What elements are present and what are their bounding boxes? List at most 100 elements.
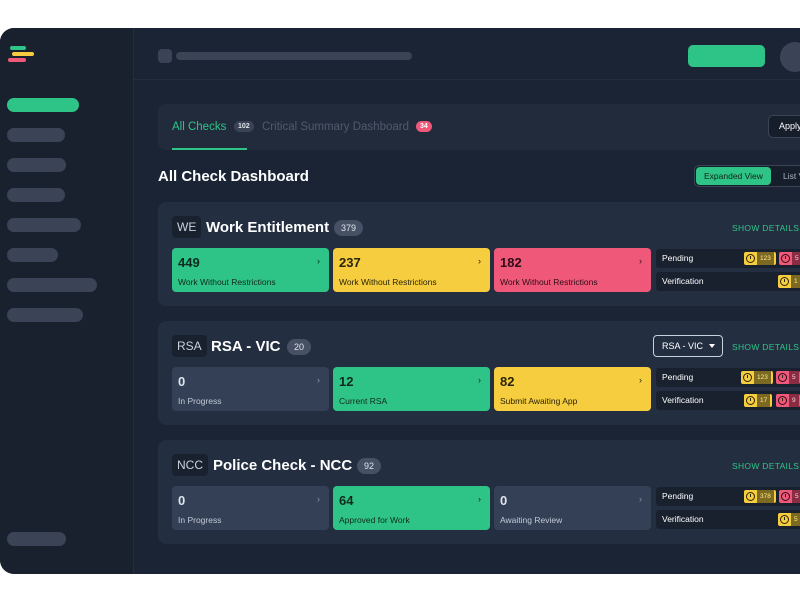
- show-details-link[interactable]: SHOW DETAILS: [732, 461, 799, 471]
- pending-warning-chip[interactable]: 123: [741, 371, 773, 384]
- stat-value: 449: [178, 255, 200, 270]
- app-window: All Checks 102 Critical Summary Dashboar…: [0, 28, 800, 574]
- apply-filters-button[interactable]: Apply Filters: [768, 115, 800, 138]
- sidebar-item[interactable]: [7, 188, 65, 202]
- stat-tile[interactable]: 182 › Work Without Restrictions: [494, 248, 651, 292]
- sidebar-item-active[interactable]: [7, 98, 79, 112]
- stat-tile[interactable]: 0 › In Progress: [172, 367, 329, 411]
- clock-icon: [781, 492, 790, 501]
- verification-row[interactable]: Verification 5: [656, 510, 800, 529]
- clock-icon: [778, 396, 787, 405]
- sidebar-item[interactable]: [7, 218, 81, 232]
- avatar[interactable]: [780, 42, 800, 72]
- main-area: All Checks 102 Critical Summary Dashboar…: [134, 28, 800, 574]
- tab-critical-badge: 34: [416, 121, 432, 132]
- list-view-button[interactable]: List View: [775, 167, 800, 185]
- stat-value: 237: [339, 255, 361, 270]
- chip-count: 1: [791, 275, 800, 288]
- verification-label: Verification: [662, 395, 704, 405]
- sidebar-item[interactable]: [7, 128, 65, 142]
- stat-label: In Progress: [178, 515, 222, 525]
- stat-value: 182: [500, 255, 522, 270]
- card-count-badge: 379: [334, 220, 364, 236]
- stat-value: 82: [500, 374, 515, 389]
- verification-warning-chip[interactable]: 1: [778, 275, 800, 288]
- card-code: RSA: [172, 335, 207, 357]
- stat-value: 0: [178, 493, 186, 508]
- chevron-right-icon: ›: [317, 375, 320, 385]
- stat-label: Work Without Restrictions: [178, 277, 276, 287]
- pending-label: Pending: [662, 372, 694, 382]
- tab-all-checks-badge: 102: [234, 121, 254, 132]
- stat-tile[interactable]: 64 › Approved for Work: [333, 486, 490, 530]
- pending-alert-chip[interactable]: 5: [779, 252, 800, 265]
- stat-label: In Progress: [178, 396, 222, 406]
- pending-alert-chip[interactable]: 5: [776, 371, 800, 384]
- pending-row[interactable]: Pending 123 5: [656, 249, 800, 268]
- show-details-link[interactable]: SHOW DETAILS: [732, 342, 799, 352]
- clock-icon: [746, 254, 755, 263]
- verification-alert-chip[interactable]: 9: [776, 394, 800, 407]
- stat-tile[interactable]: 449 › Work Without Restrictions: [172, 248, 329, 292]
- topbar-action-button[interactable]: [688, 45, 765, 67]
- chip-count: 123: [757, 252, 774, 265]
- tab-critical-summary[interactable]: Critical Summary Dashboard: [262, 121, 409, 133]
- clock-icon: [780, 515, 789, 524]
- pending-label: Pending: [662, 491, 694, 501]
- chip-count: 378: [757, 490, 774, 503]
- card-count-badge: 20: [287, 339, 312, 355]
- stat-value: 0: [500, 493, 508, 508]
- active-tab-indicator: [172, 148, 247, 150]
- sidebar-item[interactable]: [7, 278, 97, 292]
- stat-label: Submit Awaiting App: [500, 396, 578, 406]
- clock-icon: [746, 396, 755, 405]
- verification-row[interactable]: Verification 17 9: [656, 391, 800, 410]
- sidebar-item[interactable]: [7, 158, 66, 172]
- expanded-view-button[interactable]: Expanded View: [696, 167, 771, 185]
- stat-tile[interactable]: 12 › Current RSA: [333, 367, 490, 411]
- pending-warning-chip[interactable]: 123: [744, 252, 776, 265]
- check-card-police-check: NCC Police Check - NCC 92 SHOW DETAILS 0…: [158, 440, 800, 544]
- clock-icon: [780, 277, 789, 286]
- tab-all-checks[interactable]: All Checks: [172, 121, 226, 133]
- topbar-search-bar[interactable]: [176, 52, 412, 60]
- sidebar-item[interactable]: [7, 308, 83, 322]
- view-toggle: Expanded View List View: [694, 165, 800, 187]
- chip-count: 5: [789, 371, 799, 384]
- app-logo[interactable]: [8, 46, 38, 68]
- clock-icon: [781, 254, 790, 263]
- chevron-right-icon: ›: [639, 494, 642, 504]
- chevron-down-icon: [709, 344, 715, 348]
- stat-tile[interactable]: 0 › In Progress: [172, 486, 329, 530]
- region-select[interactable]: RSA - VIC: [653, 335, 723, 357]
- card-title: Work Entitlement: [206, 219, 330, 236]
- region-select-value: RSA - VIC: [662, 341, 704, 351]
- pending-row[interactable]: Pending 378 5: [656, 487, 800, 506]
- chevron-right-icon: ›: [317, 256, 320, 266]
- sidebar-footer-item[interactable]: [7, 532, 66, 546]
- clock-icon: [746, 492, 755, 501]
- stat-tile[interactable]: 0 › Awaiting Review: [494, 486, 651, 530]
- sidebar-item[interactable]: [7, 248, 58, 262]
- show-details-link[interactable]: SHOW DETAILS: [732, 223, 799, 233]
- pending-alert-chip[interactable]: 5: [779, 490, 800, 503]
- page-title: All Check Dashboard: [158, 168, 309, 185]
- pending-warning-chip[interactable]: 378: [744, 490, 776, 503]
- chevron-right-icon: ›: [478, 256, 481, 266]
- stat-label: Work Without Restrictions: [339, 277, 437, 287]
- pending-row[interactable]: Pending 123 5: [656, 368, 800, 387]
- verification-row[interactable]: Verification 1: [656, 272, 800, 291]
- verification-warning-chip[interactable]: 5: [778, 513, 800, 526]
- topbar-icon[interactable]: [158, 49, 172, 63]
- stat-value: 0: [178, 374, 186, 389]
- topbar: [134, 28, 800, 80]
- stat-tile[interactable]: 82 › Submit Awaiting App: [494, 367, 651, 411]
- chip-count: 5: [792, 490, 800, 503]
- stat-tile[interactable]: 237 › Work Without Restrictions: [333, 248, 490, 292]
- stat-label: Awaiting Review: [500, 515, 563, 525]
- verification-warning-chip[interactable]: 17: [744, 394, 772, 407]
- chevron-right-icon: ›: [478, 494, 481, 504]
- card-code: WE: [172, 216, 202, 238]
- tab-bar: All Checks 102 Critical Summary Dashboar…: [158, 104, 800, 150]
- clock-icon: [743, 373, 752, 382]
